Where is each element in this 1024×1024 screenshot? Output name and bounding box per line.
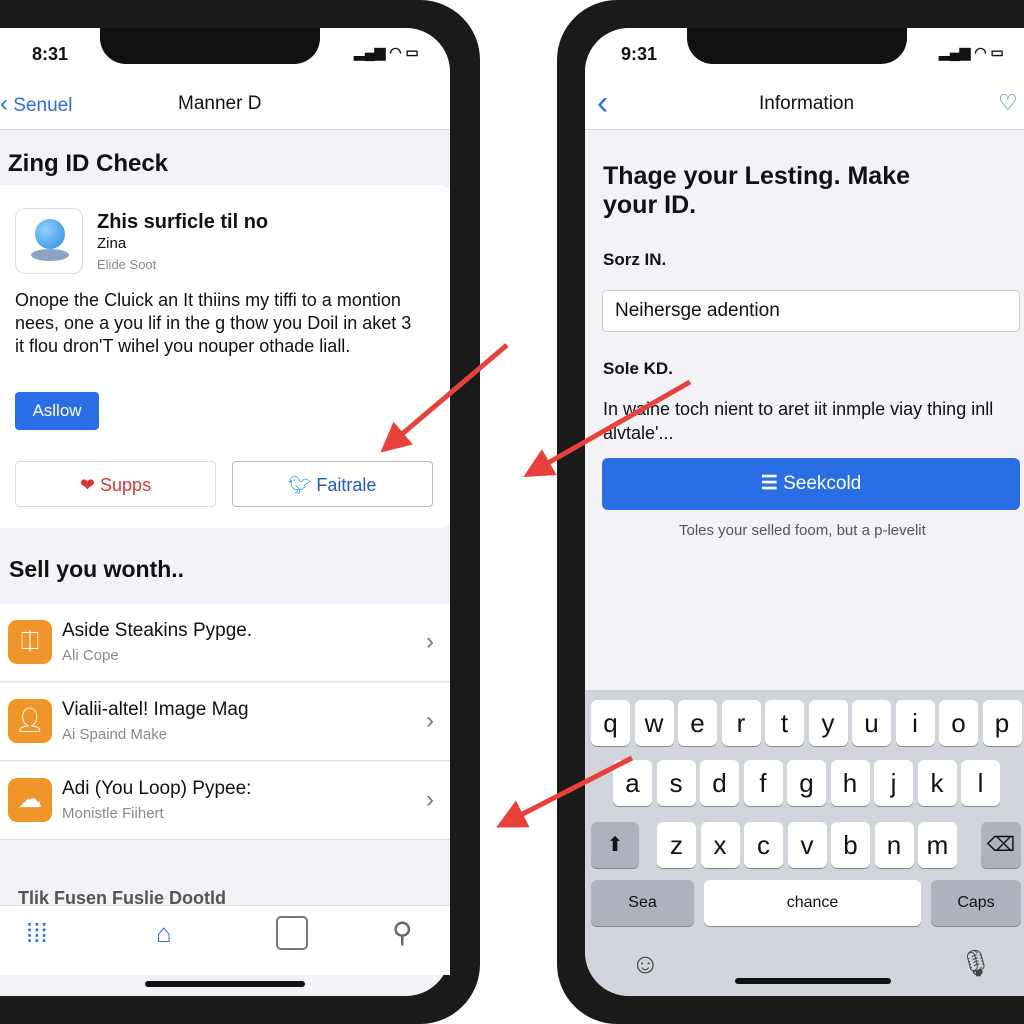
red-arrow [496,755,634,828]
arrows-overlay [380,343,692,828]
red-arrow [380,343,509,453]
red-arrow [523,379,692,477]
